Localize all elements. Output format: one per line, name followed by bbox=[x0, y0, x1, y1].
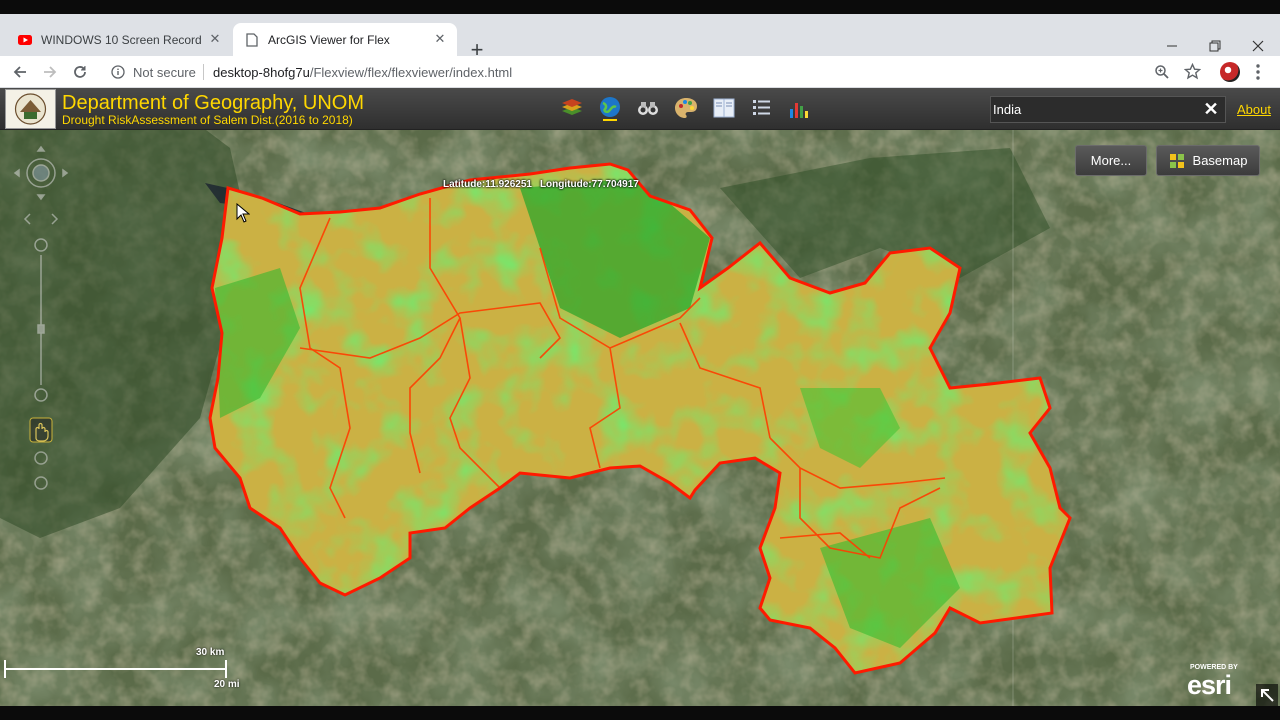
menu-kebab-icon[interactable] bbox=[1253, 62, 1263, 82]
longitude-text: Longitude:77.704917 bbox=[539, 179, 639, 190]
info-icon[interactable] bbox=[111, 65, 125, 79]
profile-avatar[interactable] bbox=[1220, 62, 1240, 82]
basemap-button[interactable]: Basemap bbox=[1156, 145, 1260, 176]
tab-title: ArcGIS Viewer for Flex bbox=[268, 32, 390, 47]
close-tab-icon[interactable]: ✕ bbox=[432, 31, 448, 47]
mouse-cursor-icon bbox=[236, 203, 250, 223]
map-navigation-control bbox=[13, 145, 69, 490]
search-input[interactable] bbox=[993, 99, 1193, 120]
url-host: desktop-8hofg7u bbox=[213, 65, 310, 80]
divider bbox=[203, 64, 204, 80]
close-window-icon[interactable] bbox=[1248, 36, 1268, 56]
security-label: Not secure bbox=[133, 65, 196, 80]
forward-icon[interactable] bbox=[40, 62, 60, 82]
flex-viewer-app: Department of Geography, UNOM Drought Ri… bbox=[0, 88, 1280, 706]
search-box: ✕ bbox=[990, 96, 1226, 123]
browser-toolbar: Not secure desktop-8hofg7u/Flexview/flex… bbox=[0, 56, 1280, 88]
app-title: Department of Geography, UNOM bbox=[62, 92, 364, 114]
minimize-icon[interactable] bbox=[1162, 36, 1182, 56]
url-text[interactable]: desktop-8hofg7u/Flexview/flex/flexviewer… bbox=[213, 65, 512, 80]
reload-icon[interactable] bbox=[70, 62, 90, 82]
more-label: More... bbox=[1090, 153, 1132, 168]
close-tab-icon[interactable]: ✕ bbox=[207, 31, 223, 47]
tab-screen-recorder[interactable]: WINDOWS 10 Screen Recorder - ✕ bbox=[8, 23, 232, 56]
youtube-icon bbox=[18, 33, 32, 47]
book-icon[interactable] bbox=[711, 95, 737, 121]
more-button[interactable]: More... bbox=[1075, 145, 1147, 176]
back-icon[interactable] bbox=[10, 62, 30, 82]
latitude-text: Latitude:11.926251 bbox=[443, 179, 532, 190]
app-header: Department of Geography, UNOM Drought Ri… bbox=[0, 88, 1280, 130]
bottom-black-band bbox=[0, 706, 1280, 720]
list-icon[interactable] bbox=[749, 95, 775, 121]
esri-logo: esri bbox=[1187, 670, 1232, 700]
zoom-icon[interactable] bbox=[1154, 64, 1170, 80]
top-black-band bbox=[0, 0, 1280, 14]
scale-km-label: 30 km bbox=[196, 647, 225, 658]
page-icon bbox=[245, 32, 259, 47]
address-bar[interactable]: Not secure desktop-8hofg7u/Flexview/flex… bbox=[103, 58, 1207, 86]
tab-title: WINDOWS 10 Screen Recorder - bbox=[41, 32, 201, 47]
restore-icon[interactable] bbox=[1205, 36, 1225, 56]
binoculars-icon[interactable] bbox=[635, 95, 661, 121]
tab-arcgis-viewer[interactable]: ArcGIS Viewer for Flex ✕ bbox=[233, 23, 457, 56]
screen: WINDOWS 10 Screen Recorder - ✕ ArcGIS Vi… bbox=[0, 0, 1280, 720]
palette-icon[interactable] bbox=[673, 95, 699, 121]
expand-arrow-icon[interactable] bbox=[1256, 684, 1278, 706]
url-path: /Flexview/flex/flexviewer/index.html bbox=[309, 65, 513, 80]
university-logo bbox=[5, 89, 56, 129]
coordinate-readout: Latitude:11.926251 Longitude:77.704917 bbox=[443, 179, 647, 190]
scale-mi-label: 20 mi bbox=[214, 679, 240, 690]
globe-icon[interactable] bbox=[597, 95, 623, 121]
basemap-grid-icon bbox=[1169, 153, 1184, 168]
basemap-label: Basemap bbox=[1192, 153, 1248, 168]
clear-search-icon[interactable]: ✕ bbox=[1202, 100, 1220, 118]
layers-icon[interactable] bbox=[559, 95, 585, 121]
browser-tab-strip: WINDOWS 10 Screen Recorder - ✕ ArcGIS Vi… bbox=[0, 14, 1280, 61]
about-link[interactable]: About bbox=[1237, 102, 1271, 117]
chart-icon[interactable] bbox=[787, 95, 813, 121]
app-subtitle: Drought RiskAssessment of Salem Dist.(20… bbox=[62, 113, 353, 127]
bookmark-star-icon[interactable] bbox=[1184, 63, 1201, 80]
